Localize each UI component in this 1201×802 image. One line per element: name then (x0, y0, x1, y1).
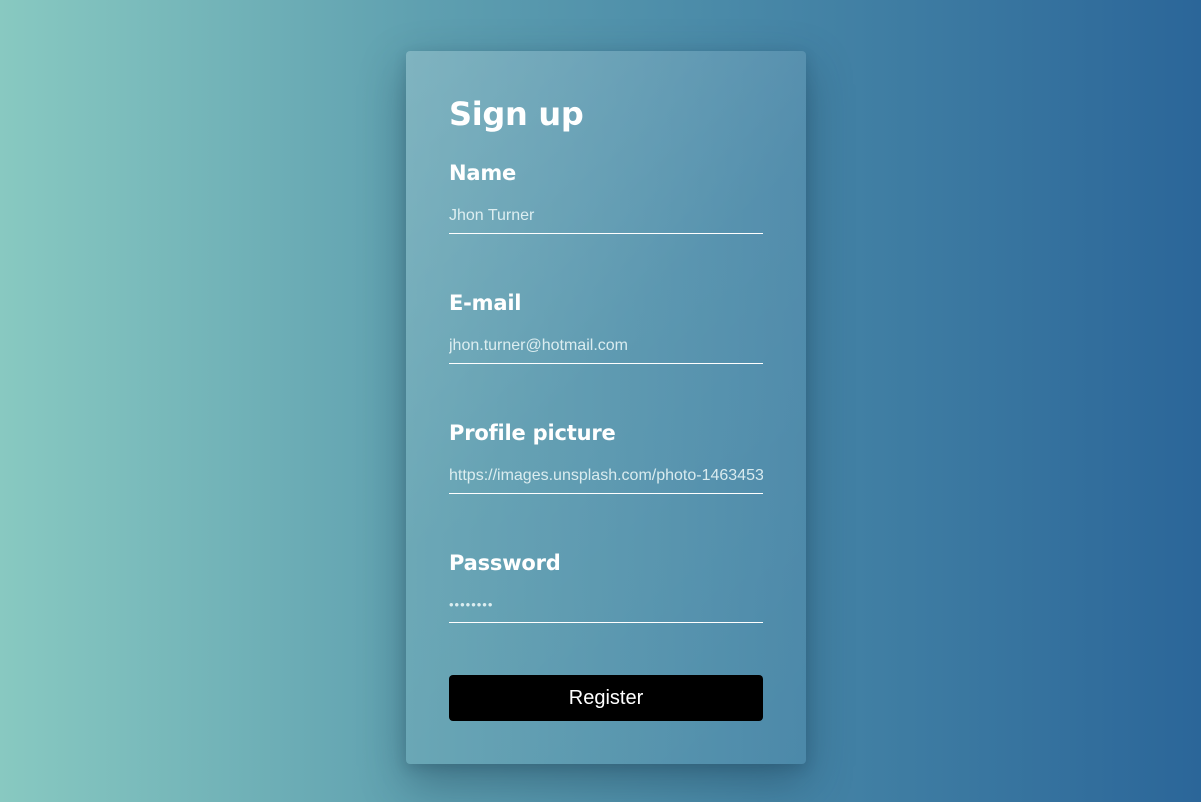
page-title: Sign up (449, 95, 584, 133)
password-input[interactable]: •••••••• (449, 597, 763, 623)
email-field-group: E-mail jhon.turner@hotmail.com (449, 291, 763, 364)
password-field-group: Password •••••••• (449, 551, 763, 623)
name-field-group: Name Jhon Turner (449, 161, 763, 234)
password-label: Password (449, 551, 561, 575)
email-label: E-mail (449, 291, 522, 315)
register-button[interactable]: Register (449, 675, 763, 721)
signup-card: Sign up Name Jhon Turner E-mail jhon.tur… (406, 51, 806, 764)
email-input[interactable]: jhon.turner@hotmail.com (449, 337, 763, 364)
profile-picture-label: Profile picture (449, 421, 616, 445)
name-label: Name (449, 161, 517, 185)
profile-picture-input[interactable]: https://images.unsplash.com/photo-146345… (449, 467, 763, 494)
name-input[interactable]: Jhon Turner (449, 207, 763, 234)
profile-picture-field-group: Profile picture https://images.unsplash.… (449, 421, 763, 494)
